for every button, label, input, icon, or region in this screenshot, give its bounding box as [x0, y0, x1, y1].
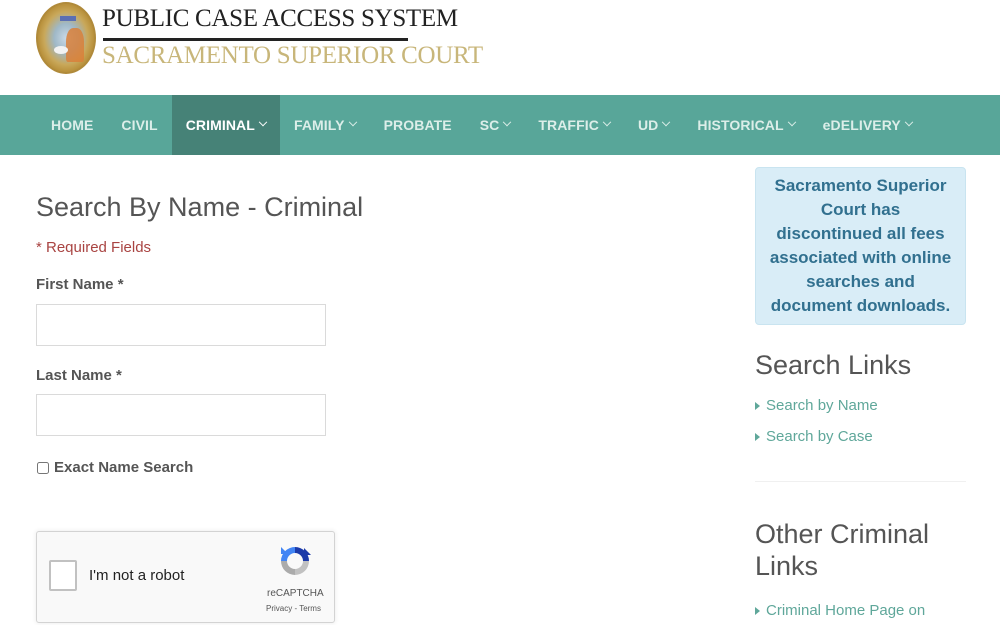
chevron-down-icon [503, 117, 512, 127]
page-title: Search By Name - Criminal [36, 192, 364, 222]
link-label: Search by Case [766, 428, 873, 445]
nav-ud[interactable]: UD [624, 95, 683, 155]
nav-label: FAMILY [293, 117, 345, 133]
nav-label: HISTORICAL [697, 117, 784, 133]
exact-name-checkbox[interactable] [37, 461, 49, 474]
nav-civil[interactable]: CIVIL [107, 95, 171, 155]
seal-banner [60, 16, 76, 21]
recaptcha-terms-link[interactable]: Privacy - Terms [266, 604, 321, 613]
caret-right-icon [755, 432, 760, 441]
nav-traffic[interactable]: TRAFFIC [524, 95, 624, 155]
required-fields-note: * Required Fields [36, 239, 152, 256]
link-label: Search by Name [766, 397, 878, 414]
caret-right-icon [755, 606, 760, 615]
exact-name-search: Exact Name Search [36, 459, 193, 476]
court-seal-logo[interactable] [36, 2, 96, 74]
main-nav: HOME CIVIL CRIMINAL FAMILY PROBATE SC TR… [0, 95, 1000, 155]
link-label: Criminal Home Page on [766, 602, 926, 619]
fees-notice: Sacramento Superior Court has discontinu… [755, 167, 966, 325]
chevron-down-icon [787, 117, 796, 127]
nav-label: CIVIL [121, 117, 158, 133]
nav-label: eDELIVERY [822, 117, 901, 133]
exact-name-label[interactable]: Exact Name Search [54, 459, 193, 476]
nav-criminal[interactable]: CRIMINAL [171, 95, 280, 155]
fees-notice-text: Sacramento Superior Court has discontinu… [769, 176, 952, 315]
chevron-down-icon [602, 117, 612, 127]
nav-family[interactable]: FAMILY [280, 95, 370, 155]
search-by-case-link[interactable]: Search by Case [755, 428, 873, 445]
sidebar-divider [755, 481, 966, 482]
seal-figure [66, 28, 84, 62]
site-header: PUBLIC CASE ACCESS SYSTEM SACRAMENTO SUP… [0, 0, 1000, 95]
first-name-input[interactable] [36, 304, 326, 346]
nav-home[interactable]: HOME [37, 95, 107, 155]
chevron-down-icon [258, 117, 268, 127]
nav-label: UD [637, 117, 659, 133]
chevron-down-icon [904, 117, 914, 127]
nav-probate[interactable]: PROBATE [370, 95, 466, 155]
site-title: PUBLIC CASE ACCESS SYSTEM [102, 5, 458, 32]
nav-label: CRIMINAL [185, 117, 255, 133]
chevron-down-icon [348, 117, 357, 127]
recaptcha-logo-icon [281, 547, 311, 575]
nav-historical[interactable]: HISTORICAL [683, 95, 808, 155]
nav-sc[interactable]: SC [466, 95, 525, 155]
nav-edelivery[interactable]: eDELIVERY [809, 95, 926, 155]
seal-bear [54, 46, 68, 54]
recaptcha-label: I'm not a robot [89, 567, 185, 584]
site-subtitle: SACRAMENTO SUPERIOR COURT [102, 42, 483, 69]
criminal-home-page-link[interactable]: Criminal Home Page on [755, 602, 925, 619]
recaptcha-checkbox[interactable] [49, 560, 77, 591]
other-criminal-links-heading: Other Criminal Links [755, 519, 930, 581]
last-name-label: Last Name * [36, 367, 122, 384]
caret-right-icon [755, 401, 760, 410]
nav-label: HOME [51, 117, 94, 133]
search-by-name-link[interactable]: Search by Name [755, 397, 878, 414]
chevron-down-icon [662, 117, 671, 127]
nav-label: SC [479, 117, 500, 133]
nav-label: PROBATE [383, 117, 452, 133]
search-links-heading: Search Links [755, 350, 912, 380]
recaptcha-widget: I'm not a robot reCAPTCHA Privacy - Term… [36, 531, 335, 623]
last-name-input[interactable] [36, 394, 326, 436]
recaptcha-brand: reCAPTCHA [267, 588, 324, 599]
first-name-label: First Name * [36, 276, 124, 293]
title-divider [103, 38, 408, 41]
nav-label: TRAFFIC [538, 117, 599, 133]
